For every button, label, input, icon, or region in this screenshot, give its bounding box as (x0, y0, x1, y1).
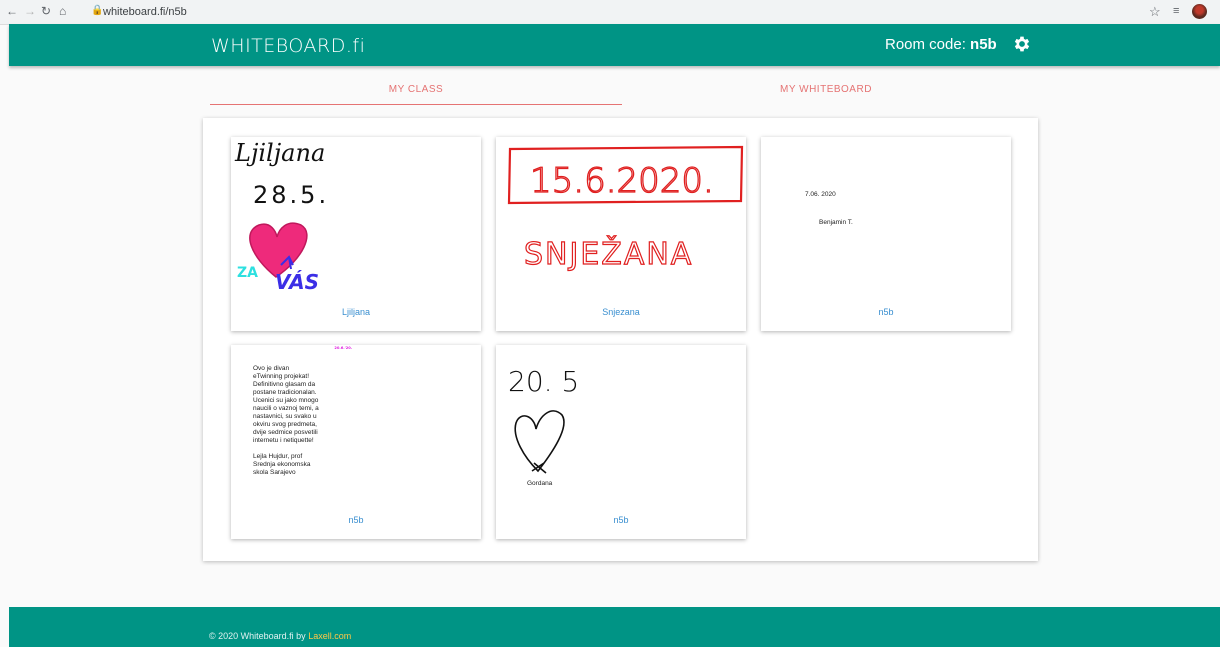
whiteboard-card[interactable]: 20.6.'20. Ovo je divan eTwinning projeka… (231, 345, 481, 539)
whiteboard-card[interactable]: 7.06. 2020 Benjamin T. n5b (761, 137, 1011, 331)
card-name[interactable]: n5b (231, 515, 481, 525)
drawn-date: 20.6.'20. (334, 346, 352, 350)
tab-my-whiteboard[interactable]: MY WHITEBOARD (622, 78, 1030, 104)
whiteboard-card[interactable]: 15.6.2020. SNJEŽANA Snjezana (496, 137, 746, 331)
drawn-name: Ljiljana (234, 139, 325, 167)
card-note: Ovo je divan eTwinning projekat! Definit… (253, 365, 319, 476)
card-name[interactable]: n5b (496, 515, 746, 525)
whiteboard-drawing: Ljiljana 28.5. ZA VÁS (234, 139, 329, 294)
back-arrow-icon[interactable]: ← (6, 4, 18, 18)
browser-toolbar: ← → ↻ ⌂ 🔒 whiteboard.fi/n5b ☆ ≡ (0, 0, 1220, 25)
reading-list-icon[interactable]: ≡ (1173, 5, 1179, 17)
app-header: WHITEBOARD.fi Room code: n5b (9, 24, 1220, 66)
footer: © 2020 Whiteboard.fi by Laxell.com (9, 607, 1220, 647)
footer-copyright: © 2020 Whiteboard.fi by Laxell.com (209, 631, 352, 641)
whiteboards-panel: Ljiljana 28.5. ZA VÁS Ljiljana 15.6.2020… (203, 118, 1038, 561)
heart-drawing (514, 410, 565, 474)
card-name[interactable]: Snjezana (496, 307, 746, 317)
drawn-vas: VÁS (275, 270, 319, 294)
drawn-name: SNJEŽANA (524, 236, 693, 272)
settings-gear-icon[interactable] (1012, 34, 1032, 54)
room-code-value: n5b (970, 36, 997, 53)
logo[interactable]: WHITEBOARD.fi (211, 35, 365, 57)
room-code: Room code: n5b (885, 36, 997, 53)
card-date-text: 7.06. 2020 (805, 191, 836, 198)
room-code-label: Room code: (885, 36, 966, 53)
tab-my-class[interactable]: MY CLASS (210, 78, 622, 105)
whiteboard-card[interactable]: 20. 5 Gordana n5b (496, 345, 746, 539)
reload-icon[interactable]: ↻ (41, 4, 51, 18)
whiteboard-card[interactable]: Ljiljana 28.5. ZA VÁS Ljiljana (231, 137, 481, 331)
lock-icon: 🔒 (91, 5, 104, 16)
drawn-za: ZA (237, 265, 258, 281)
tab-bar: MY CLASS MY WHITEBOARD (210, 78, 1030, 106)
forward-arrow-icon[interactable]: → (24, 4, 36, 18)
whiteboard-drawing: 15.6.2020. SNJEŽANA (507, 145, 744, 273)
bookmark-star-icon[interactable]: ☆ (1149, 4, 1161, 20)
heart-drawing (249, 222, 308, 278)
card-name[interactable]: Ljiljana (231, 307, 481, 317)
home-icon[interactable]: ⌂ (59, 4, 66, 18)
drawn-date: 15.6.2020. (530, 161, 714, 201)
drawn-date: 28.5. (253, 181, 329, 209)
card-author-text: Gordana (527, 480, 553, 487)
drawn-date: 20. 5 (508, 365, 579, 398)
profile-avatar[interactable] (1192, 4, 1207, 19)
address-bar[interactable]: whiteboard.fi/n5b (103, 6, 187, 18)
footer-link[interactable]: Laxell.com (308, 631, 351, 641)
card-name[interactable]: n5b (761, 307, 1011, 317)
card-author-text: Benjamin T. (819, 219, 853, 226)
